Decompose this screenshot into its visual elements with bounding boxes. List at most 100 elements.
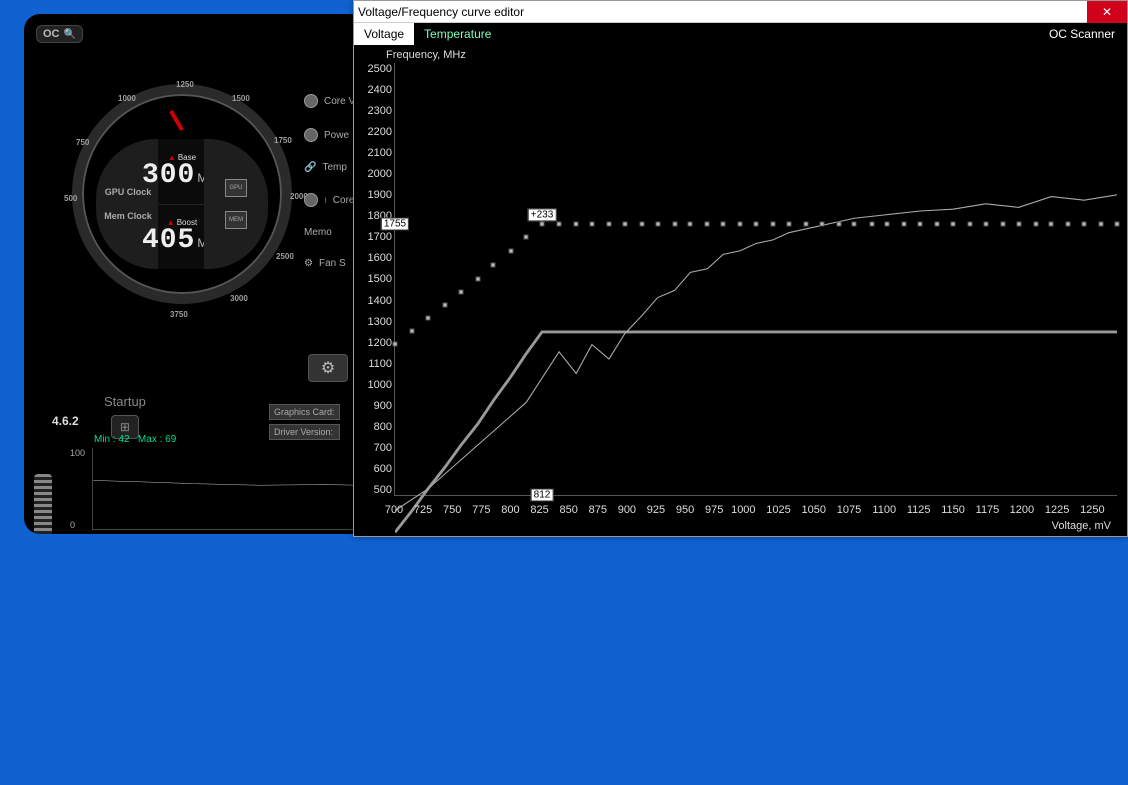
- x-tick: 1025: [766, 504, 790, 516]
- curve-point[interactable]: [557, 221, 562, 226]
- curve-point[interactable]: [425, 315, 430, 320]
- oc-scanner-link[interactable]: OC Scanner: [1049, 27, 1127, 41]
- curve-point[interactable]: [491, 262, 496, 267]
- curve-point[interactable]: [672, 221, 677, 226]
- curve-point[interactable]: [442, 302, 447, 307]
- curve-point[interactable]: [1066, 221, 1071, 226]
- slider-knob-icon: [304, 128, 318, 142]
- slider-knob-icon: [304, 193, 318, 207]
- series-editable-points[interactable]: [395, 332, 1117, 532]
- mini-y-axis: 100 0: [70, 448, 85, 530]
- curve-point[interactable]: [639, 221, 644, 226]
- curve-point[interactable]: [738, 221, 743, 226]
- curve-point[interactable]: [410, 328, 415, 333]
- curve-point[interactable]: [950, 221, 955, 226]
- curve-point[interactable]: [688, 221, 693, 226]
- x-tick: 875: [589, 504, 607, 516]
- startup-label: Startup: [104, 394, 146, 409]
- curve-point[interactable]: [819, 221, 824, 226]
- curve-point[interactable]: [786, 221, 791, 226]
- curve-point[interactable]: [705, 221, 710, 226]
- curve-point[interactable]: [393, 341, 398, 346]
- curve-point[interactable]: [1049, 221, 1054, 226]
- curve-point[interactable]: [721, 221, 726, 226]
- y-tick: 700: [356, 442, 392, 454]
- curve-point[interactable]: [540, 221, 545, 226]
- gear-icon: ⚙: [321, 358, 335, 378]
- mini-min: Min : 42: [94, 434, 130, 445]
- close-icon: ✕: [1102, 5, 1112, 19]
- vf-plot[interactable]: +2331755812: [394, 63, 1117, 496]
- curve-point[interactable]: [475, 277, 480, 282]
- curve-point[interactable]: [771, 221, 776, 226]
- curve-point[interactable]: [589, 221, 594, 226]
- vf-curve-editor-window: Voltage/Frequency curve editor ✕ Voltage…: [353, 0, 1128, 537]
- curve-point[interactable]: [1115, 221, 1120, 226]
- link-icon: 🔗: [304, 162, 316, 173]
- tab-voltage[interactable]: Voltage: [354, 23, 414, 45]
- curve-point[interactable]: [1016, 221, 1021, 226]
- x-tick: 975: [705, 504, 723, 516]
- curve-point[interactable]: [458, 289, 463, 294]
- x-tick: 725: [414, 504, 432, 516]
- x-tick: 1150: [941, 504, 965, 516]
- y-reading: 1755: [381, 217, 409, 230]
- curve-point[interactable]: [622, 221, 627, 226]
- x-tick: 1075: [837, 504, 861, 516]
- curve-point[interactable]: [1082, 221, 1087, 226]
- curve-point[interactable]: [983, 221, 988, 226]
- curve-point[interactable]: [836, 221, 841, 226]
- settings-button[interactable]: ⚙: [308, 354, 348, 382]
- y-tick: 1200: [356, 337, 392, 349]
- series-actual-curve: [395, 195, 1117, 511]
- curve-point[interactable]: [918, 221, 923, 226]
- curve-point[interactable]: [606, 221, 611, 226]
- curve-point[interactable]: [852, 221, 857, 226]
- gauge-center-block: ▲ Base 300 MHz ▲ Boost 405 MHz: [158, 139, 206, 269]
- y-tick: 500: [356, 484, 392, 496]
- x-tick: 750: [443, 504, 461, 516]
- spring-decoration-icon: [34, 474, 52, 534]
- curve-point[interactable]: [885, 221, 890, 226]
- y-tick: 800: [356, 421, 392, 433]
- x-reading: 812: [531, 489, 554, 502]
- vf-titlebar[interactable]: Voltage/Frequency curve editor ✕: [354, 1, 1127, 23]
- curve-point[interactable]: [1099, 221, 1104, 226]
- vf-title: Voltage/Frequency curve editor: [358, 5, 524, 19]
- curve-point[interactable]: [655, 221, 660, 226]
- x-ticks: 7007257507758008258508759009259509751000…: [394, 504, 1117, 516]
- x-tick: 1050: [802, 504, 826, 516]
- boost-readout: ▲ Boost 405 MHz: [158, 204, 206, 270]
- x-tick: 950: [676, 504, 694, 516]
- curve-point[interactable]: [574, 221, 579, 226]
- vf-chart-area: Frequency, MHz 5006007008009001000110012…: [354, 45, 1127, 536]
- oc-button[interactable]: OC 🔍: [36, 25, 83, 43]
- y-tick: 1900: [356, 189, 392, 201]
- mem-chip-icon: MEM: [225, 211, 247, 229]
- curve-point[interactable]: [869, 221, 874, 226]
- x-tick: 925: [647, 504, 665, 516]
- y-tick: 900: [356, 400, 392, 412]
- y-tick: 2100: [356, 147, 392, 159]
- startup-area: Startup ⊞: [104, 394, 146, 439]
- x-axis-title: Voltage, mV: [1052, 520, 1111, 532]
- y-tick: 2300: [356, 105, 392, 117]
- curve-point[interactable]: [967, 221, 972, 226]
- curve-point[interactable]: [1033, 221, 1038, 226]
- curve-point[interactable]: [1000, 221, 1005, 226]
- curve-point[interactable]: [508, 248, 513, 253]
- curve-point[interactable]: [902, 221, 907, 226]
- x-tick: 1125: [907, 504, 931, 516]
- base-value: 300: [142, 162, 195, 190]
- curve-point[interactable]: [754, 221, 759, 226]
- y-axis-title: Frequency, MHz: [386, 49, 466, 61]
- x-tick: 1225: [1045, 504, 1069, 516]
- tab-temperature[interactable]: Temperature: [414, 23, 501, 45]
- curve-point[interactable]: [524, 234, 529, 239]
- y-tick: 2000: [356, 168, 392, 180]
- curve-point[interactable]: [935, 221, 940, 226]
- close-button[interactable]: ✕: [1087, 1, 1127, 23]
- y-tick: 1100: [356, 358, 392, 370]
- boost-value: 405: [142, 227, 195, 255]
- curve-point[interactable]: [803, 221, 808, 226]
